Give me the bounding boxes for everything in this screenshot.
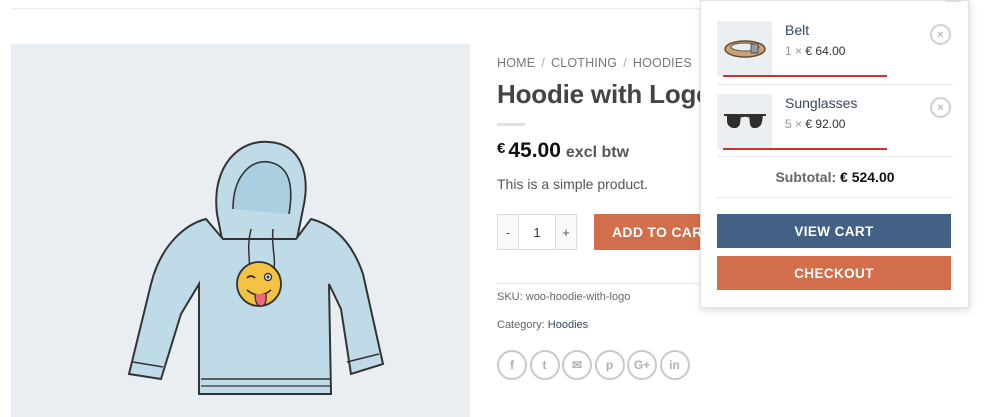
breadcrumb-home[interactable]: HOME — [497, 56, 535, 70]
category-label: Category: — [497, 319, 545, 331]
sku-value: woo-hoodie-with-logo — [525, 291, 631, 303]
twitter-icon[interactable]: t — [529, 350, 560, 380]
product-sku: SKU: woo-hoodie-with-logo — [497, 291, 630, 303]
subtotal-label: Subtotal: — [775, 169, 837, 185]
email-icon[interactable]: ✉ — [562, 350, 592, 380]
cart-item-times: × — [795, 117, 803, 131]
cart-item-qty: 5 — [785, 117, 792, 131]
breadcrumb-separator: / — [623, 56, 627, 70]
pinterest-icon[interactable]: p — [594, 350, 625, 380]
view-cart-button[interactable]: VIEW CART — [717, 214, 951, 248]
price-currency: € — [497, 140, 506, 157]
cart-item-name[interactable]: Sunglasses — [785, 95, 857, 111]
facebook-icon[interactable]: f — [497, 350, 527, 380]
belt-icon — [723, 39, 766, 58]
breadcrumb: HOME / CLOTHING / HOODIES — [497, 56, 692, 70]
share-icons: f t ✉ p G+ in — [497, 350, 692, 380]
quantity-stepper: - 1 + — [497, 214, 577, 250]
cart-dropdown-notch — [945, 0, 961, 2]
cart-item-times: × — [795, 44, 803, 58]
linkedin-icon[interactable]: in — [659, 350, 690, 380]
meta-divider — [497, 283, 702, 284]
quantity-plus-button[interactable]: + — [555, 215, 576, 249]
title-divider — [497, 123, 525, 126]
remove-item-button[interactable]: × — [930, 97, 951, 118]
header-divider — [11, 8, 701, 9]
product-category: Category: Hoodies — [497, 319, 588, 331]
breadcrumb-hoodies[interactable]: HOODIES — [633, 56, 692, 70]
price-amount: 45.00 — [508, 139, 561, 162]
product-short-description: This is a simple product. — [497, 176, 648, 192]
product-title: Hoodie with Logo — [497, 79, 712, 109]
cart-item-qty: 1 — [785, 44, 792, 58]
cart-item-divider — [717, 156, 953, 157]
sku-label: SKU: — [497, 291, 523, 303]
breadcrumb-separator: / — [541, 56, 545, 70]
mini-cart-item: Belt 1 × € 64.00 × — [717, 21, 953, 93]
subtotal-divider — [717, 197, 953, 198]
remove-item-button[interactable]: × — [930, 24, 951, 45]
cart-item-divider — [717, 84, 953, 85]
quantity-minus-button[interactable]: - — [498, 215, 519, 249]
breadcrumb-clothing[interactable]: CLOTHING — [551, 56, 617, 70]
cart-item-quantity: 5 × € 92.00 — [785, 117, 845, 131]
sunglasses-icon — [723, 113, 766, 128]
cart-item-price: € 92.00 — [805, 117, 846, 131]
product-image[interactable] — [11, 44, 470, 417]
cart-item-thumbnail[interactable] — [717, 21, 772, 76]
google-plus-icon[interactable]: G+ — [627, 350, 657, 380]
cart-item-underline — [723, 148, 887, 150]
cart-item-quantity: 1 × € 64.00 — [785, 44, 845, 58]
subtotal-value: € 524.00 — [840, 169, 895, 185]
category-link-hoodies[interactable]: Hoodies — [548, 319, 588, 331]
quantity-input[interactable]: 1 — [519, 215, 555, 249]
mini-cart-dropdown: Belt 1 × € 64.00 × Sunglasses 5 × € 92.0… — [700, 0, 969, 308]
cart-item-name[interactable]: Belt — [785, 22, 809, 38]
hoodie-illustration — [127, 140, 385, 395]
cart-item-underline — [723, 75, 887, 77]
product-price: €45.00 excl btw — [497, 139, 629, 163]
checkout-button[interactable]: CHECKOUT — [717, 256, 951, 290]
cart-item-price: € 64.00 — [805, 44, 846, 58]
cart-subtotal: Subtotal: € 524.00 — [717, 169, 953, 185]
cart-item-thumbnail[interactable] — [717, 94, 772, 149]
price-suffix: excl btw — [565, 144, 630, 161]
